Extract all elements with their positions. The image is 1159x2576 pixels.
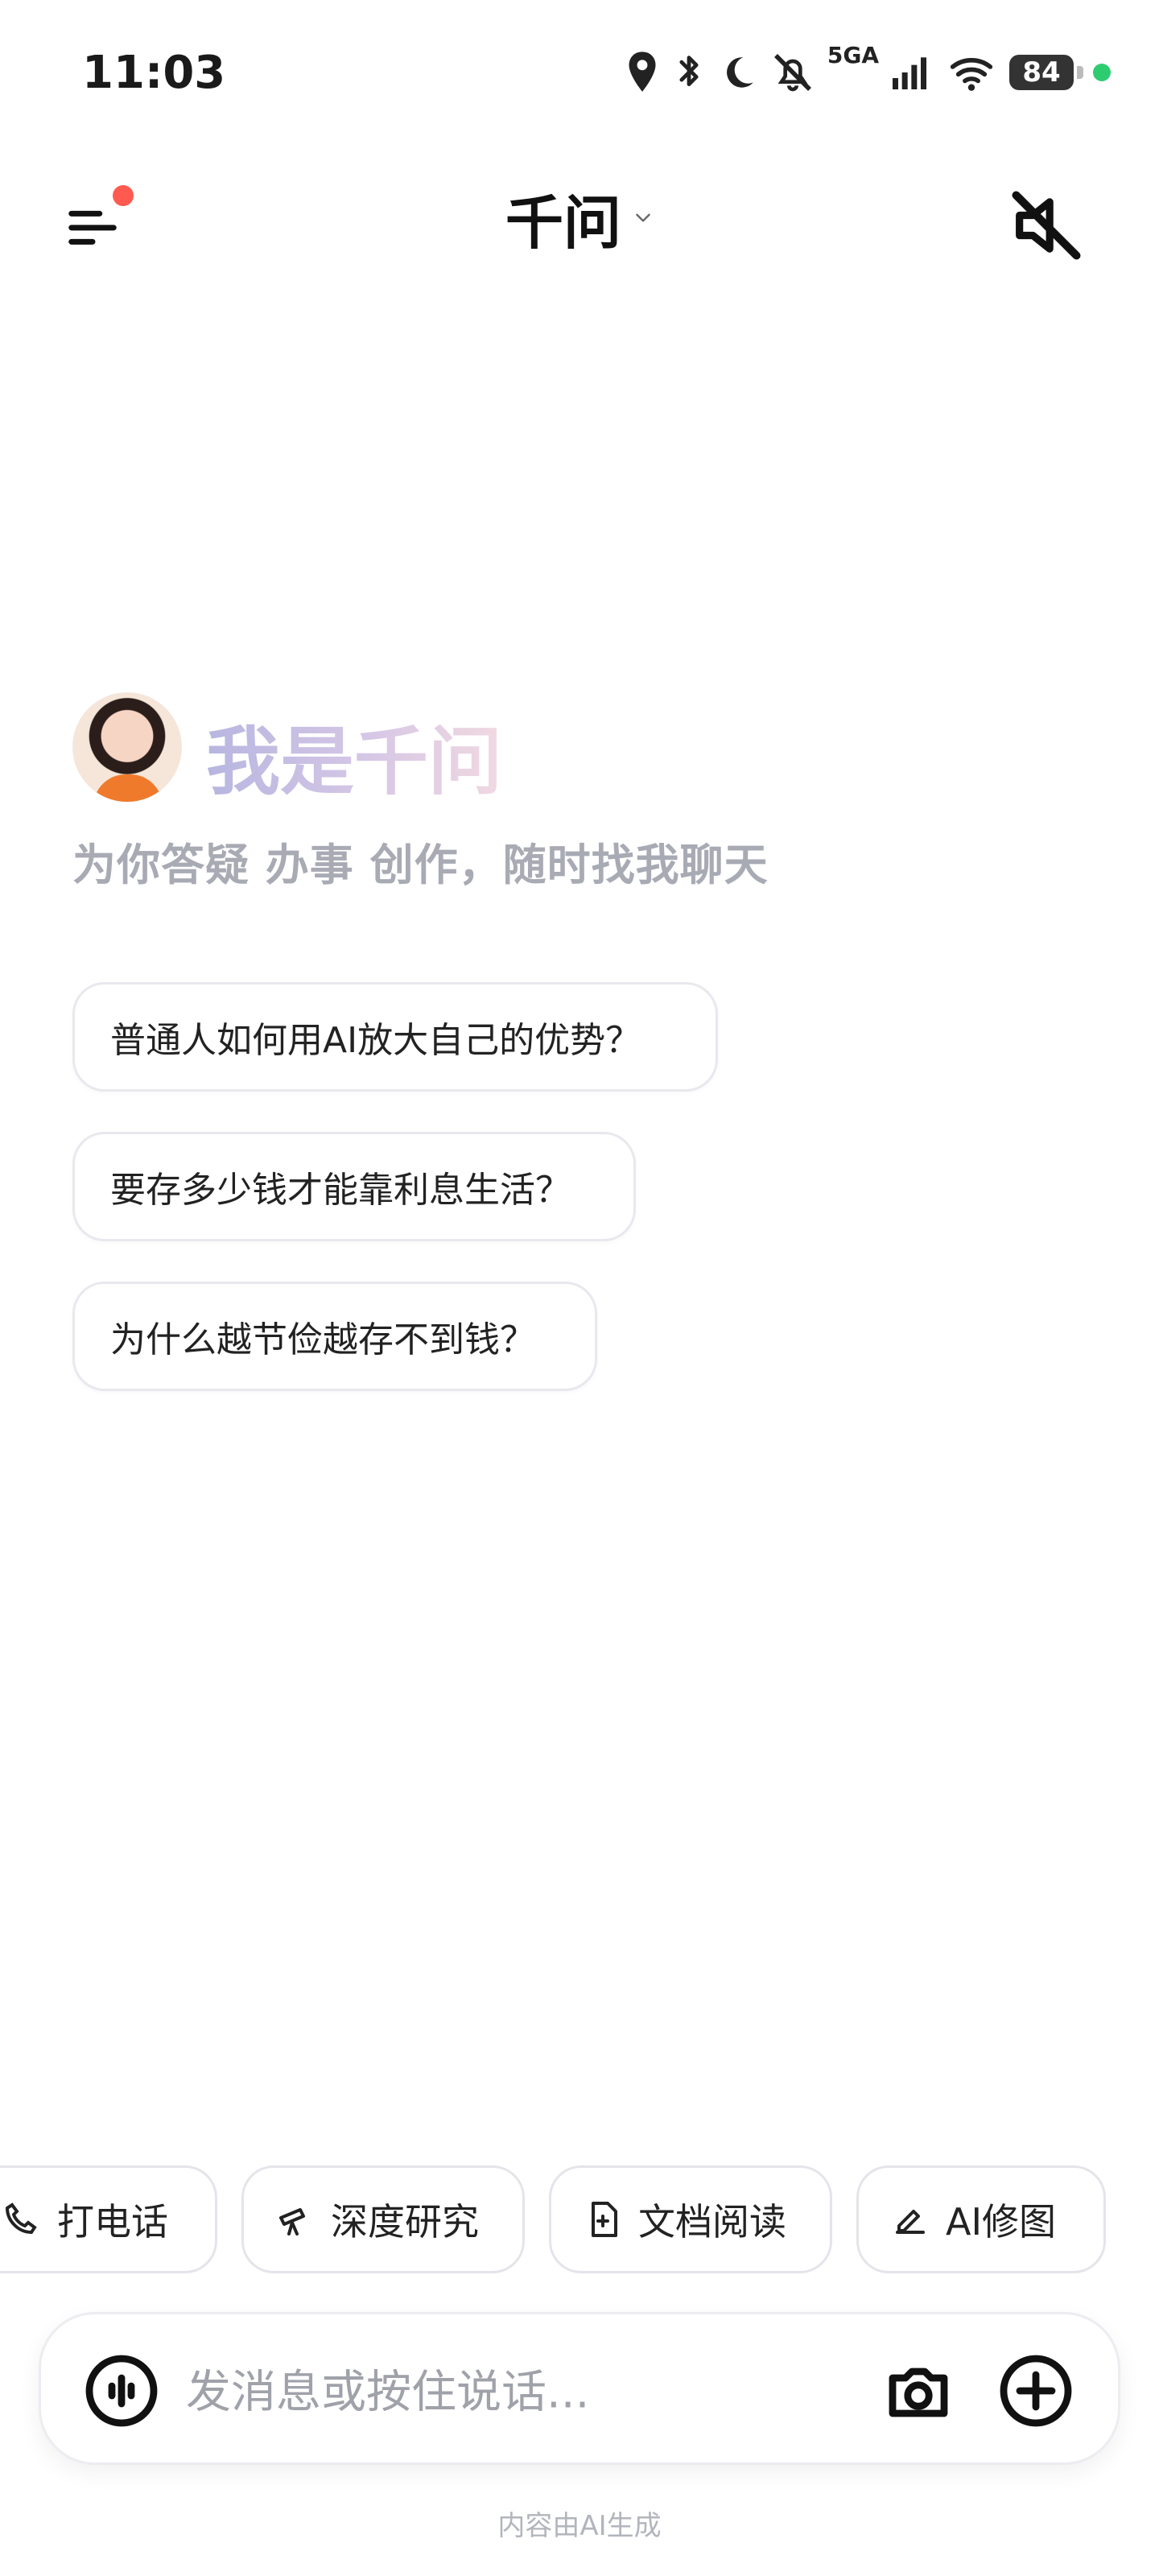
edit-image-icon xyxy=(896,2210,925,2234)
add-button[interactable] xyxy=(997,2352,1074,2429)
voice-wave-icon xyxy=(85,2355,158,2427)
wifi-icon xyxy=(950,58,993,91)
speaker-mute-button[interactable] xyxy=(1006,185,1087,266)
telescope-icon xyxy=(279,2208,305,2235)
tool-label: 打电话 xyxy=(57,2200,168,2244)
tool-call-button[interactable]: 打电话 xyxy=(0,2165,217,2273)
privacy-indicator xyxy=(1093,64,1111,81)
app-header: 千问 xyxy=(0,145,1159,290)
tool-label: AI修图 xyxy=(946,2200,1057,2244)
location-icon xyxy=(629,52,656,92)
voice-mode-button[interactable] xyxy=(83,2352,160,2429)
ai-disclaimer: 内容由AI生成 xyxy=(497,2510,662,2542)
status-icons: 5GA 84 xyxy=(625,42,1111,98)
status-bar: 11:03 5GA 84 xyxy=(0,0,1159,145)
greeting-subtitle: 为你答疑 办事 创作，随时找我聊天 xyxy=(72,840,769,890)
bell-off-icon xyxy=(773,54,811,92)
chevron-down-icon xyxy=(636,213,650,222)
document-icon xyxy=(592,2202,617,2237)
suggestion-chip[interactable]: 普通人如何用AI放大自己的优势？ xyxy=(72,982,718,1092)
camera-button[interactable] xyxy=(880,2352,957,2429)
suggestion-chip[interactable]: 要存多少钱才能靠利息生活？ xyxy=(72,1132,636,1241)
signal-icon xyxy=(893,57,926,89)
camera-icon xyxy=(889,2368,948,2417)
network-type: 5GA xyxy=(827,42,879,68)
tool-label: 文档阅读 xyxy=(638,2200,786,2244)
suggestion-list: 普通人如何用AI放大自己的优势？ 要存多少钱才能靠利息生活？ 为什么越节俭越存不… xyxy=(72,982,1119,1431)
tool-label: 深度研究 xyxy=(331,2200,479,2244)
greeting-title: 我是千问 xyxy=(206,702,502,809)
app-screen: 11:03 5GA 84 千问 我是千问 为你答疑 办事 创作，随时找我聊天 普… xyxy=(0,0,1159,2576)
plus-circle-icon xyxy=(1000,2355,1072,2427)
tool-research-button[interactable]: 深度研究 xyxy=(241,2165,525,2273)
avatar xyxy=(72,692,182,802)
page-title: 千问 xyxy=(505,188,621,257)
tool-chip-row: 打电话 深度研究 文档阅读 AI修图 xyxy=(0,2165,1159,2278)
battery-icon: 84 xyxy=(1009,55,1083,90)
intro-section: 我是千问 为你答疑 办事 创作，随时找我聊天 xyxy=(72,692,1119,902)
battery-level: 84 xyxy=(1022,56,1061,89)
status-time: 11:03 xyxy=(82,47,226,99)
message-input-bar[interactable]: 发消息或按住说话... xyxy=(39,2312,1120,2465)
tool-doc-reading-button[interactable]: 文档阅读 xyxy=(549,2165,832,2273)
title-dropdown[interactable]: 千问 xyxy=(0,177,1159,258)
bluetooth-icon xyxy=(679,56,699,87)
suggestion-chip[interactable]: 为什么越节俭越存不到钱？ xyxy=(72,1282,597,1391)
moon-icon xyxy=(726,57,753,88)
phone-icon xyxy=(5,2202,37,2235)
tool-ai-edit-image-button[interactable]: AI修图 xyxy=(856,2165,1106,2273)
speaker-muted-icon xyxy=(1012,191,1081,260)
message-input[interactable]: 发消息或按住说话... xyxy=(186,2356,589,2421)
